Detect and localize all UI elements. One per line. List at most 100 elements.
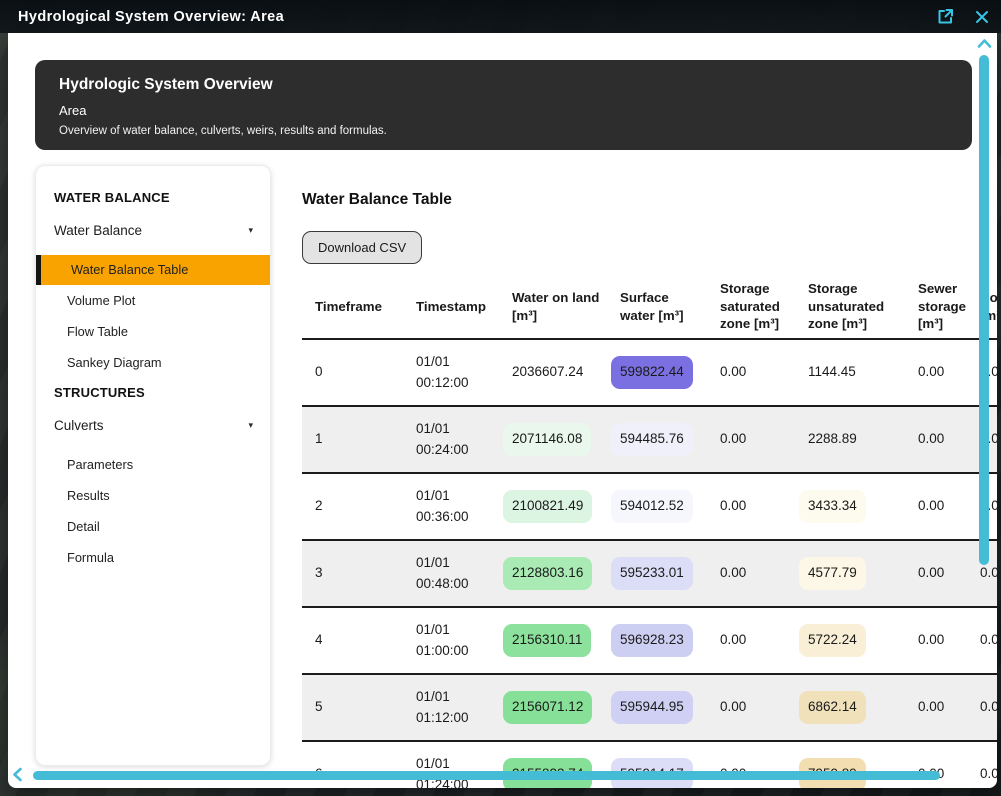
value-plain: 0.00 <box>909 490 953 522</box>
table-row: 601/01 01:24:002155823.74595914.170.0079… <box>302 742 997 788</box>
cell-timeframe: 5 <box>302 697 403 717</box>
sidebar-item-formula[interactable]: Formula <box>36 543 270 573</box>
value-badge: 5722.24 <box>799 624 866 656</box>
sidebar-group-culverts[interactable]: Culverts ▾ <box>36 418 270 433</box>
value-badge: 599822.44 <box>611 356 693 388</box>
window-title: Hydrological System Overview: Area <box>0 9 284 25</box>
cell-surface-water: 595944.95 <box>607 691 707 723</box>
download-csv-button[interactable]: Download CSV <box>302 231 422 264</box>
table-row: 301/01 00:48:002128803.16595233.010.0045… <box>302 541 997 608</box>
cell-surface-water: 599822.44 <box>607 356 707 388</box>
scroll-up-icon[interactable] <box>977 36 992 54</box>
cell-storage-unsaturated: 2288.89 <box>795 423 905 455</box>
sidebar: WATER BALANCEWater Balance▾Water Balance… <box>35 165 271 766</box>
value-badge: 2156071.12 <box>503 691 592 723</box>
sidebar-group-label: Water Balance <box>54 223 142 238</box>
value-badge: 2100821.49 <box>503 490 592 522</box>
table-header-row: TimeframeTimestampWater on land [m³]Surf… <box>302 275 997 340</box>
value-plain: 0.00 <box>711 557 755 589</box>
cell-storage-saturated: 0.00 <box>707 423 795 455</box>
cell-sewer-storage: 0.00 <box>905 356 967 388</box>
table-row: 001/01 00:12:002036607.24599822.440.0011… <box>302 340 997 407</box>
sidebar-item-sankey-diagram[interactable]: Sankey Diagram <box>36 348 270 378</box>
cell-water-on-land: 2128803.16 <box>499 557 607 589</box>
sidebar-item-detail[interactable]: Detail <box>36 512 270 542</box>
value-badge: 2071146.08 <box>503 423 591 455</box>
column-header-water-on-land-m: Water on land [m³] <box>499 289 607 325</box>
cell-timeframe: 4 <box>302 630 403 650</box>
column-header-timeframe: Timeframe <box>302 298 403 316</box>
cell-surface-water: 594485.76 <box>607 423 707 455</box>
value-plain: 2288.89 <box>799 423 866 455</box>
cell-sewer-storage: 0.00 <box>905 691 967 723</box>
table-row: 501/01 01:12:002156071.12595944.950.0068… <box>302 675 997 742</box>
cell-surface-water: 595233.01 <box>607 557 707 589</box>
sidebar-item-results[interactable]: Results <box>36 481 270 511</box>
value-plain: 0.00 <box>971 691 997 723</box>
value-plain: 0.00 <box>711 490 755 522</box>
sidebar-item-flow-table[interactable]: Flow Table <box>36 317 270 347</box>
scroll-left-icon[interactable] <box>12 767 23 787</box>
cell-water-on-land: 2100821.49 <box>499 490 607 522</box>
value-badge: 594012.52 <box>611 490 693 522</box>
cell-storage-unsaturated: 1144.45 <box>795 356 905 388</box>
value-plain: 0.00 <box>971 624 997 656</box>
value-badge: 594485.76 <box>611 423 693 455</box>
cell-boundaries: 0.00 <box>967 758 997 788</box>
value-badge: 3433.34 <box>799 490 866 522</box>
cell-water-on-land: 2071146.08 <box>499 423 607 455</box>
cell-timestamp: 01/01 00:36:00 <box>403 486 499 527</box>
value-plain: 0.00 <box>909 423 953 455</box>
column-header-storage-saturated-zone-m: Storage saturated zone [m³] <box>707 280 795 334</box>
value-badge: 596928.23 <box>611 624 693 656</box>
value-plain: 0.00 <box>909 624 953 656</box>
value-plain: 0.00 <box>711 624 755 656</box>
column-header-storage-unsaturated-zone-m: Storage unsaturated zone [m³] <box>795 280 905 334</box>
value-badge: 2128803.16 <box>503 557 592 589</box>
cell-boundaries: 0.00 <box>967 691 997 723</box>
card-title: Hydrologic System Overview <box>59 76 948 94</box>
table-row: 401/01 01:00:002156310.11596928.23 0.00 57… <box>302 608 997 675</box>
card-description: Overview of water balance, culverts, wei… <box>59 125 948 137</box>
sidebar-group-label: Culverts <box>54 418 104 433</box>
section-heading-water-balance: WATER BALANCE <box>36 190 270 205</box>
table-row: 201/01 00:36:002100821.49 594012.52 0.00 34… <box>302 474 997 541</box>
sidebar-item-volume-plot[interactable]: Volume Plot <box>36 286 270 316</box>
cell-timeframe: 2 <box>302 496 403 516</box>
value-plain: 1144.45 <box>799 356 865 388</box>
sidebar-item-parameters[interactable]: Parameters <box>36 450 270 480</box>
chevron-down-icon: ▾ <box>248 420 253 431</box>
cell-timeframe: 1 <box>302 429 403 449</box>
cell-sewer-storage: 0.00 <box>905 423 967 455</box>
cell-storage-unsaturated: 5722.24 <box>795 624 905 656</box>
value-plain: 0.00 <box>971 758 997 788</box>
value-plain: 0.00 <box>909 691 953 723</box>
close-icon[interactable] <box>975 10 989 24</box>
sidebar-item-water-balance-table[interactable]: Water Balance Table <box>36 255 270 285</box>
card-subtitle: Area <box>59 103 948 118</box>
cell-storage-unsaturated: 3433.34 <box>795 490 905 522</box>
column-header-sewer-storage-m: Sewer storage [m³] <box>905 280 967 334</box>
sidebar-group-water-balance[interactable]: Water Balance▾ <box>36 223 270 238</box>
cell-storage-saturated: 0.00 <box>707 490 795 522</box>
cell-timeframe: 0 <box>302 362 403 382</box>
cell-timestamp: 01/01 01:00:00 <box>403 620 499 661</box>
value-plain: 0.00 <box>909 557 953 589</box>
cell-timestamp: 01/01 00:24:00 <box>403 419 499 460</box>
value-badge: 595233.01 <box>611 557 693 589</box>
value-plain: 0.00 <box>909 356 953 388</box>
table-row: 101/01 00:24:002071146.08594485.760.0022… <box>302 407 997 474</box>
cell-water-on-land: 2156310.11 <box>499 624 607 656</box>
cell-storage-saturated: 0.00 <box>707 624 795 656</box>
vertical-scrollbar[interactable] <box>979 55 989 565</box>
column-header-surface-water-m: Surface water [m³] <box>607 289 707 325</box>
value-badge: 595944.95 <box>611 691 693 723</box>
open-external-icon[interactable] <box>936 7 955 26</box>
cell-storage-unsaturated: 6862.14 <box>795 691 905 723</box>
cell-storage-saturated: 0.00 <box>707 356 795 388</box>
cell-surface-water: 596928.23 <box>607 624 707 656</box>
value-plain: 0.00 <box>711 356 755 388</box>
horizontal-scrollbar[interactable] <box>33 771 940 780</box>
spacer <box>36 574 270 580</box>
cell-storage-saturated: 0.00 <box>707 691 795 723</box>
